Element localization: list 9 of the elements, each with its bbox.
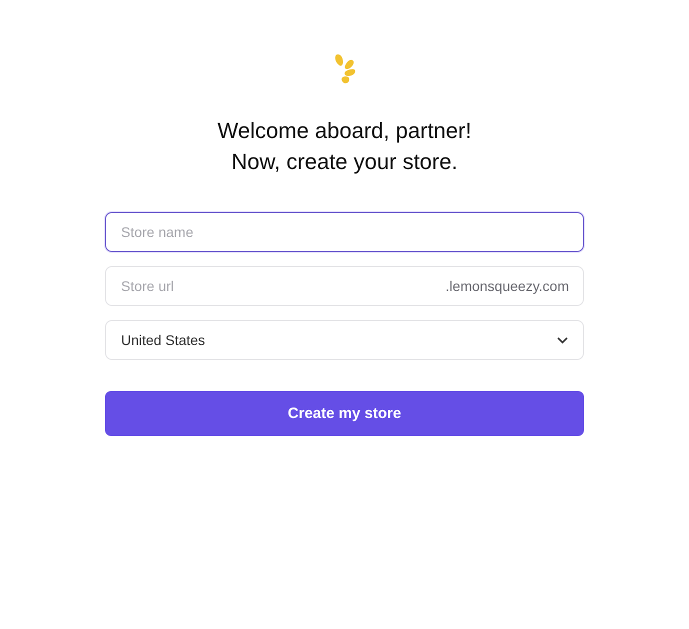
domain-suffix: .lemonsqueezy.com	[446, 278, 569, 294]
lemon-logo-icon	[332, 53, 356, 85]
create-store-button[interactable]: Create my store	[105, 391, 584, 436]
chevron-down-icon	[557, 336, 568, 344]
heading-line: Welcome aboard, partner!	[218, 117, 472, 145]
country-value: United States	[121, 332, 206, 348]
country-select[interactable]: United States	[105, 320, 584, 360]
heading-line: Now, create your store.	[231, 148, 458, 176]
store-name-field[interactable]: Store name	[105, 212, 584, 252]
